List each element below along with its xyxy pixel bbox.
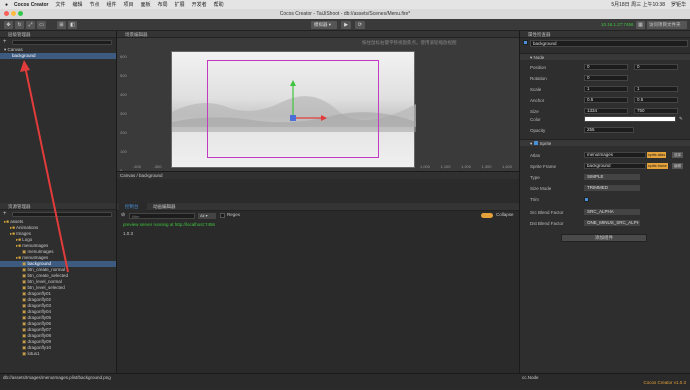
annotation-arrow bbox=[20, 60, 69, 273]
